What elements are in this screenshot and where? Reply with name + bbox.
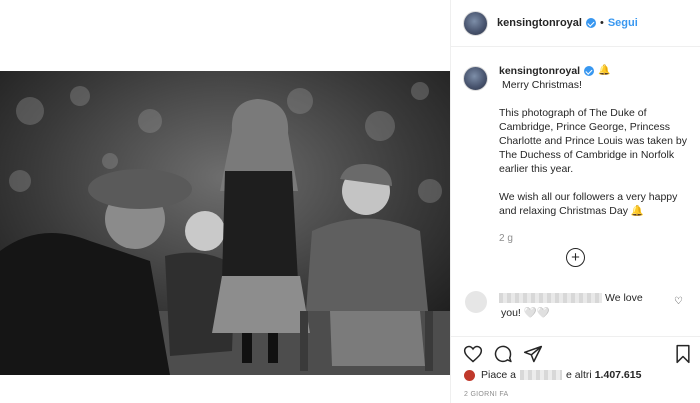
redacted-liker-name: [520, 370, 563, 380]
caption-body: kensingtonroyal 🔔 Merry Christmas! This …: [499, 64, 689, 246]
verified-badge-icon: [585, 18, 596, 28]
post-sidebar: kensingtonroyal • Segui kensingtonroyal …: [450, 0, 700, 403]
family-photo-image: [0, 71, 450, 375]
plus-circle-icon: +: [571, 249, 580, 266]
bell-icon: 🔔: [598, 65, 611, 76]
load-more-comments-button[interactable]: +: [566, 248, 585, 267]
share-icon[interactable]: [523, 344, 543, 364]
likes-prefix: Piace a: [481, 369, 517, 381]
profile-avatar[interactable]: [463, 10, 488, 36]
liker-avatar[interactable]: [464, 369, 475, 381]
separator-dot: •: [599, 17, 604, 29]
photo-pane: [0, 0, 450, 403]
post-photo[interactable]: [0, 71, 450, 375]
caption-avatar[interactable]: [463, 66, 488, 91]
comment-icon[interactable]: [493, 344, 513, 364]
redacted-username: [499, 293, 602, 303]
header-username[interactable]: kensingtonroyal: [497, 17, 582, 29]
likes-middle: e altri: [566, 369, 592, 381]
post-header: kensingtonroyal • Segui: [451, 0, 700, 47]
comment-item: We love you! 🤍🤍 ♡: [465, 291, 695, 323]
bookmark-icon[interactable]: [673, 344, 693, 364]
post-caption: kensingtonroyal 🔔 Merry Christmas! This …: [463, 64, 693, 246]
post-time-ago[interactable]: 2 GIORNI FA: [464, 391, 509, 398]
heart-icon[interactable]: [463, 344, 483, 364]
verified-badge-icon: [584, 66, 595, 76]
likes-summary: Piace a e altri 1.407.615: [464, 369, 641, 381]
caption-paragraph-2: We wish all our followers a very happy a…: [499, 191, 678, 217]
comment-text-line-1: We love: [605, 292, 643, 304]
action-bar: [451, 336, 700, 366]
caption-greeting: Merry Christmas!: [502, 79, 582, 91]
caption-timestamp[interactable]: 2 g: [499, 232, 689, 246]
caption-username[interactable]: kensingtonroyal: [499, 64, 580, 78]
likes-count[interactable]: 1.407.615: [595, 369, 642, 381]
caption-paragraph-1: This photograph of The Duke of Cambridge…: [499, 107, 687, 175]
comment-text-line-2: you! 🤍🤍: [501, 307, 550, 319]
commenter-avatar[interactable]: [465, 291, 487, 313]
comment-like-heart-icon[interactable]: ♡: [674, 296, 683, 307]
follow-button[interactable]: Segui: [608, 17, 638, 29]
